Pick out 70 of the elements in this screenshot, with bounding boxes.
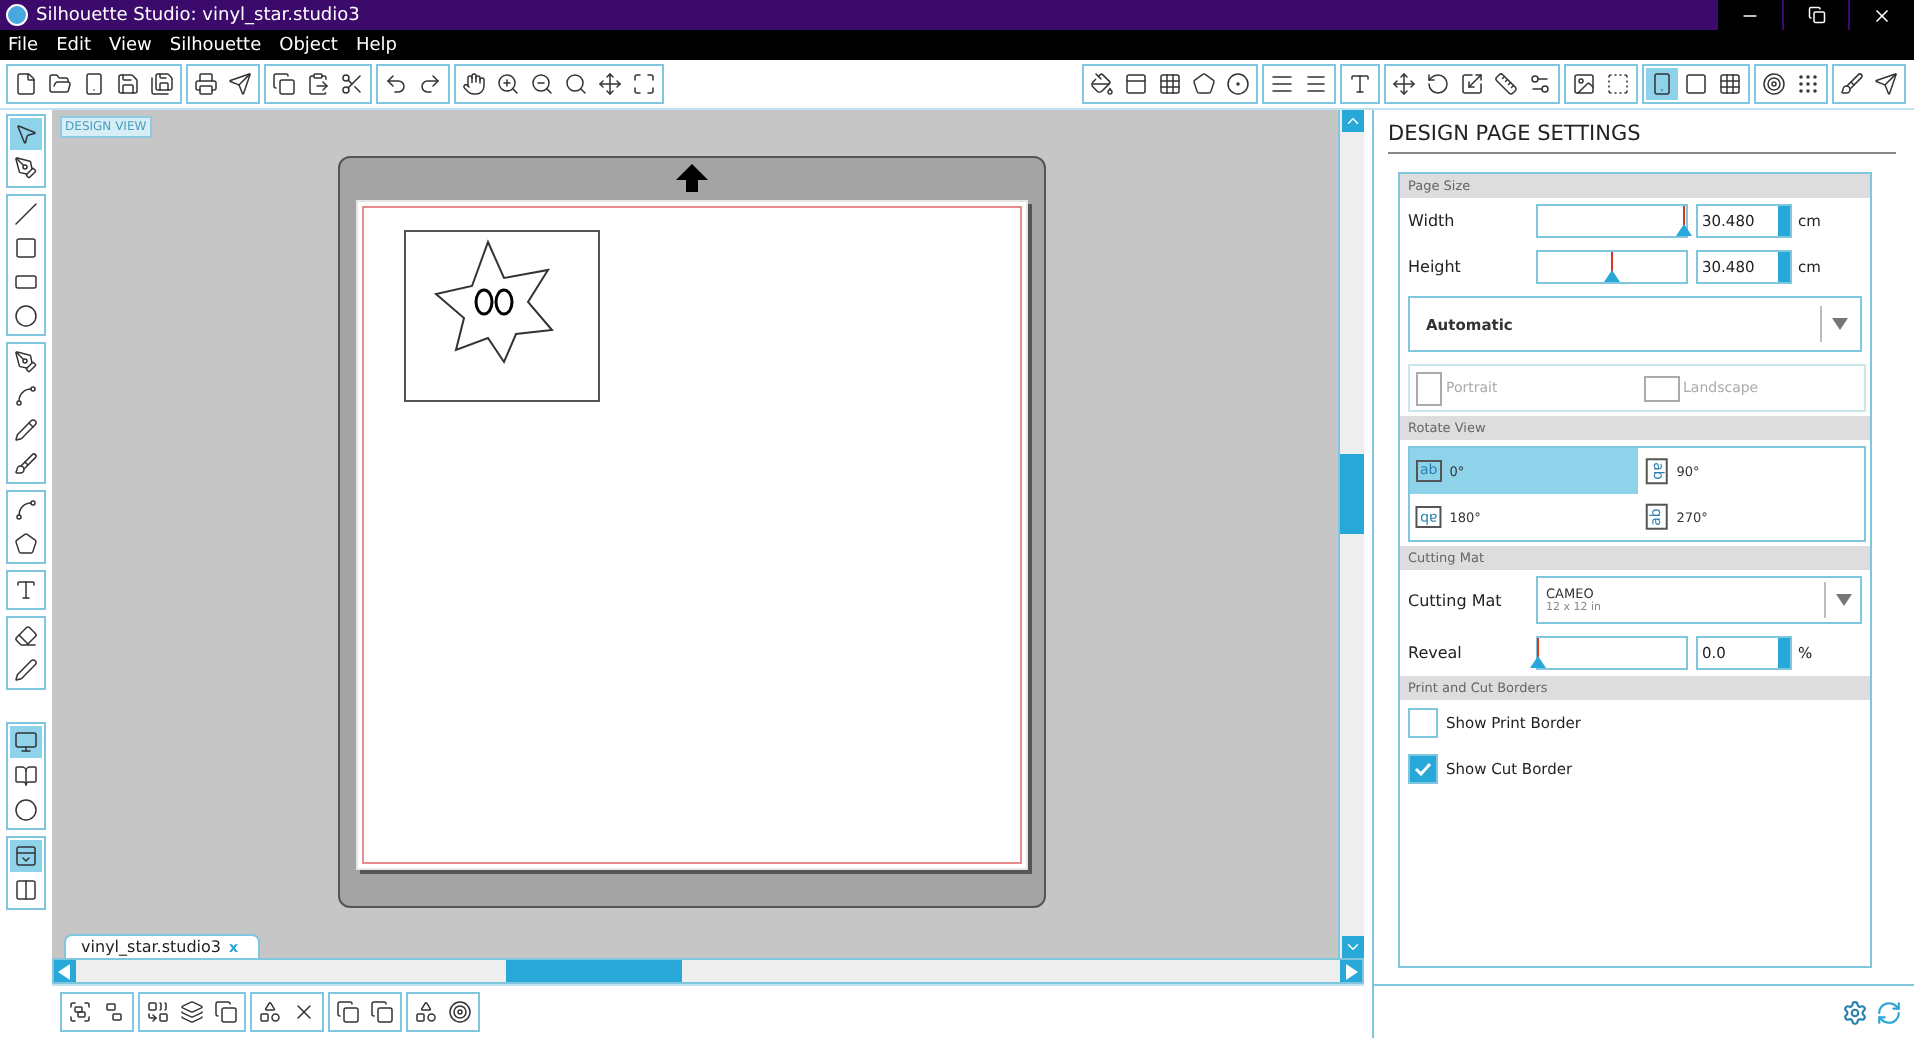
hand-icon[interactable] bbox=[458, 68, 490, 100]
page-icon bbox=[1643, 375, 1679, 401]
scroll-down-icon[interactable] bbox=[1343, 938, 1361, 956]
slider-thumb[interactable] bbox=[1530, 638, 1546, 668]
slider-track[interactable] bbox=[1536, 636, 1688, 670]
menu-item[interactable]: Object bbox=[279, 35, 338, 55]
brush-icon[interactable] bbox=[1836, 68, 1868, 100]
pan-arrows-icon[interactable] bbox=[594, 68, 626, 100]
paint-bucket-icon[interactable] bbox=[1086, 68, 1118, 100]
field-label: Height bbox=[1408, 258, 1463, 276]
print-icon[interactable] bbox=[190, 68, 222, 100]
brush-icon[interactable] bbox=[9, 448, 42, 480]
vertical-scrollbar[interactable] bbox=[1338, 110, 1364, 958]
arrow-icon bbox=[676, 164, 709, 192]
horizontal-scrollbar[interactable] bbox=[51, 958, 1364, 984]
check-icon bbox=[1414, 762, 1432, 776]
menu-item[interactable]: Edit bbox=[56, 35, 91, 55]
slider-thumb[interactable] bbox=[1604, 252, 1620, 282]
save-as-icon[interactable] bbox=[146, 68, 178, 100]
caret-icon bbox=[1832, 318, 1848, 330]
slider-track[interactable] bbox=[1536, 250, 1688, 284]
copy-icon[interactable] bbox=[268, 68, 300, 100]
menu-item[interactable]: File bbox=[8, 35, 39, 55]
zoom-out-icon[interactable] bbox=[526, 68, 558, 100]
refresh-icon[interactable] bbox=[1876, 999, 1902, 1025]
menu-item[interactable]: Silhouette bbox=[169, 35, 262, 55]
design-view-icon[interactable] bbox=[9, 726, 42, 758]
app-logo-icon bbox=[6, 4, 28, 26]
save-icon[interactable] bbox=[112, 68, 144, 100]
field-label: Reveal bbox=[1408, 644, 1464, 662]
send-icon[interactable] bbox=[224, 68, 256, 100]
transform-icon[interactable] bbox=[1388, 68, 1420, 100]
grid-icon[interactable] bbox=[1714, 68, 1746, 100]
pentagon-icon[interactable] bbox=[9, 528, 42, 560]
pointer-icon[interactable] bbox=[9, 118, 42, 150]
field-label: Cutting Mat bbox=[1408, 591, 1504, 609]
panel-title: DESIGN PAGE SETTINGS bbox=[1388, 122, 1896, 154]
point-edit-icon[interactable] bbox=[9, 152, 42, 184]
scroll-up-icon[interactable] bbox=[1343, 112, 1361, 130]
caret-icon bbox=[1836, 594, 1852, 606]
slider-thumb[interactable] bbox=[1675, 206, 1692, 236]
field-label: Width bbox=[1408, 212, 1457, 230]
checkbox[interactable] bbox=[1408, 708, 1438, 738]
send-to-cutter-icon[interactable] bbox=[1870, 68, 1902, 100]
close-icon bbox=[1872, 5, 1892, 25]
restore-button[interactable] bbox=[1784, 0, 1848, 30]
eraser-icon[interactable] bbox=[9, 620, 42, 652]
menu-item[interactable]: View bbox=[109, 35, 152, 55]
checkbox[interactable] bbox=[1408, 754, 1438, 784]
restore-icon bbox=[1807, 6, 1825, 24]
window-title: Silhouette Studio: vinyl_star.studio3 bbox=[36, 5, 360, 25]
pencil-icon[interactable] bbox=[9, 414, 42, 446]
slider-track[interactable] bbox=[1536, 204, 1688, 238]
image-icon[interactable] bbox=[1568, 68, 1600, 100]
line-icon[interactable] bbox=[9, 198, 42, 230]
scroll-thumb[interactable] bbox=[1340, 453, 1364, 534]
menu-item[interactable]: Help bbox=[355, 35, 397, 55]
duplicate-icon[interactable] bbox=[209, 996, 242, 1028]
scroll-thumb[interactable] bbox=[505, 960, 683, 982]
library-icon[interactable] bbox=[9, 760, 42, 792]
rotate-icon[interactable] bbox=[1422, 68, 1454, 100]
scroll-right-icon[interactable] bbox=[1345, 963, 1357, 979]
page-icon bbox=[1416, 371, 1442, 405]
ellipse-icon[interactable] bbox=[9, 300, 42, 332]
close-button[interactable] bbox=[1850, 0, 1914, 30]
scroll-left-icon[interactable] bbox=[58, 963, 71, 979]
zoom-in-icon[interactable] bbox=[492, 68, 524, 100]
fit-page-icon[interactable] bbox=[628, 68, 660, 100]
zoom-select-icon[interactable] bbox=[560, 68, 592, 100]
settings-icon[interactable] bbox=[1842, 999, 1868, 1025]
